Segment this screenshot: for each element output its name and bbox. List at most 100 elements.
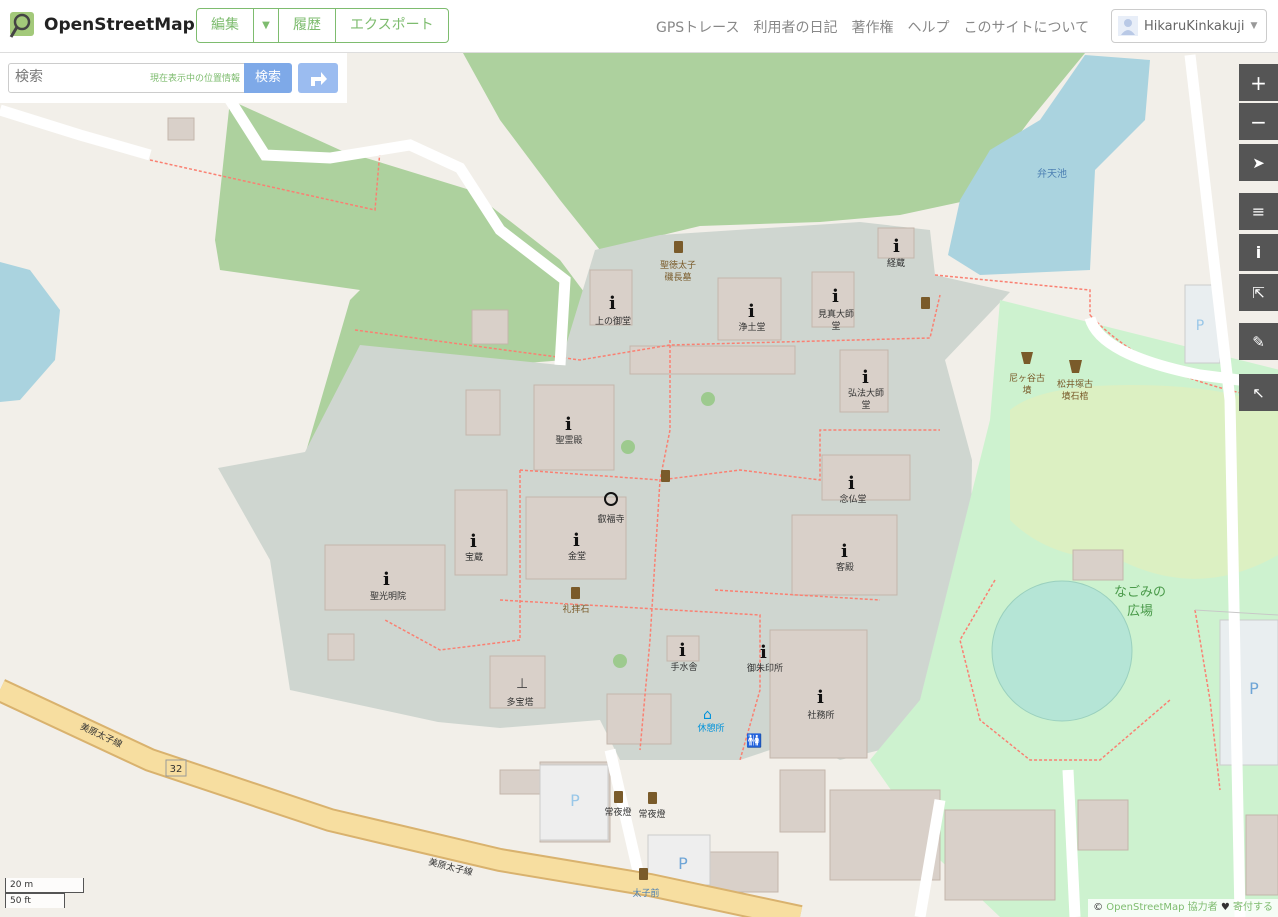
- label-kyozo: 経蔵: [887, 257, 905, 269]
- map-canvas[interactable]: i i i i i i i i i i i i i i ⊥ ⌂ 🚻 聖徳太子 磯…: [0, 0, 1278, 917]
- note-add-icon: ✎: [1252, 332, 1265, 351]
- temple-icon: i: [748, 301, 755, 322]
- header: OpenStreetMap 編集 ▼ 履歴 エクスポート GPSトレース 利用者…: [0, 0, 1278, 53]
- building: [465, 389, 501, 436]
- label-eifukuji: 叡福寺: [597, 513, 624, 525]
- heart-icon: ♥: [1220, 902, 1230, 913]
- username: HikaruKinkakuji: [1144, 18, 1245, 34]
- edit-button[interactable]: 編集: [197, 9, 254, 42]
- building: [779, 769, 826, 833]
- minus-icon: −: [1250, 109, 1267, 134]
- temple-icon: i: [760, 642, 767, 663]
- memorial-icon: [921, 297, 930, 309]
- label-nigatani2: 墳: [1022, 384, 1031, 396]
- label-homotsu: 宝蔵: [465, 551, 483, 563]
- avatar-icon: [1118, 16, 1138, 36]
- shelter-icon: ⌂: [703, 707, 712, 723]
- user-menu[interactable]: HikaruKinkakuji ▼: [1111, 9, 1267, 43]
- label-joyato1: 常夜燈: [604, 806, 631, 818]
- toilets-icon: 🚻: [746, 733, 762, 749]
- osm-logo-icon: [9, 12, 34, 38]
- where-am-i-link[interactable]: 現在表示中の位置情報: [150, 71, 240, 84]
- edit-dropdown-button[interactable]: ▼: [254, 9, 279, 42]
- top-nav: GPSトレース 利用者の日記 著作権 ヘルプ このサイトについて: [656, 17, 1089, 37]
- chevron-down-icon: ▼: [1250, 21, 1258, 31]
- label-nenbutsudo: 念仏堂: [839, 493, 866, 505]
- label-raihaiseki: 礼拝石: [562, 603, 589, 615]
- label-joyato2: 常夜燈: [638, 808, 665, 820]
- map-key-button[interactable]: i: [1239, 234, 1278, 271]
- chevron-down-icon: ▼: [262, 20, 270, 31]
- search-button[interactable]: 検索: [244, 63, 292, 93]
- geolocate-button[interactable]: ➤: [1239, 144, 1278, 181]
- donate-link[interactable]: 寄付する: [1233, 902, 1273, 913]
- building: [471, 309, 509, 345]
- pagoda-icon: ⊥: [516, 676, 528, 692]
- memorial-icon: [648, 792, 657, 804]
- building: [1072, 549, 1124, 581]
- building: [499, 769, 545, 795]
- search-panel: 現在表示中の位置情報 検索: [0, 53, 347, 103]
- nav-gps-traces[interactable]: GPSトレース: [656, 17, 739, 37]
- label-kenshin2: 堂: [831, 320, 840, 332]
- label-matsui: 松井塚古: [1057, 378, 1093, 390]
- label-shamusho: 社務所: [807, 709, 834, 721]
- label-seireiden: 聖霊殿: [555, 435, 582, 446]
- tree: [701, 392, 715, 406]
- search-input[interactable]: [13, 68, 137, 86]
- export-button[interactable]: エクスポート: [336, 9, 448, 42]
- scale-imperial: 50 ft: [5, 893, 65, 908]
- edit-button-group: 編集 ▼ 履歴 エクスポート: [196, 8, 449, 43]
- share-icon: ⇱: [1252, 283, 1265, 302]
- label-nigatani: 尼ヶ谷古: [1009, 372, 1045, 384]
- directions-button[interactable]: [298, 63, 338, 93]
- label-nagomi2: 広場: [1127, 604, 1153, 619]
- nav-help[interactable]: ヘルプ: [907, 17, 949, 37]
- contributors-link[interactable]: 協力者: [1188, 902, 1218, 913]
- label-jododo: 浄土堂: [738, 321, 765, 333]
- attribution: © OpenStreetMap 協力者 ♥ 寄付する: [1088, 899, 1278, 917]
- logo[interactable]: OpenStreetMap: [8, 10, 195, 40]
- temple-icon: i: [383, 569, 390, 590]
- scale-metric: 20 m: [5, 878, 84, 893]
- tree: [621, 440, 635, 454]
- building: [944, 809, 1056, 901]
- building: [533, 384, 615, 471]
- memorial-icon: [674, 241, 683, 253]
- zoom-out-button[interactable]: −: [1239, 103, 1278, 140]
- label-tahoto: 多宝塔: [506, 696, 533, 708]
- temple-icon: i: [609, 293, 616, 314]
- osm-link[interactable]: OpenStreetMap: [1106, 902, 1184, 913]
- building: [1245, 814, 1278, 896]
- memorial-icon: [571, 587, 580, 599]
- copyright-symbol: ©: [1093, 902, 1104, 913]
- parking-label: P: [570, 791, 580, 810]
- parking-label: P: [1249, 679, 1259, 698]
- label-kaminomido: 上の御堂: [595, 315, 631, 327]
- query-features-button[interactable]: ↖: [1239, 374, 1278, 411]
- info-icon: i: [1255, 243, 1262, 262]
- memorial-icon: [639, 868, 648, 880]
- temple-icon: i: [817, 687, 824, 708]
- add-note-button[interactable]: ✎: [1239, 323, 1278, 360]
- memorial-icon: [661, 470, 670, 482]
- temple-icon: i: [470, 531, 477, 552]
- search-box: 現在表示中の位置情報: [8, 63, 246, 93]
- nav-copyright[interactable]: 著作権: [851, 17, 893, 37]
- road: [1062, 769, 1081, 917]
- label-shokomyoin: 聖光明院: [370, 590, 406, 602]
- temple-icon: i: [862, 367, 869, 388]
- label-kyakuden: 客殿: [836, 561, 854, 573]
- cursor-query-icon: ↖: [1252, 383, 1265, 402]
- zoom-in-button[interactable]: +: [1239, 64, 1278, 101]
- label-kobo: 弘法大師: [848, 387, 884, 399]
- temple-icon: i: [565, 414, 572, 435]
- logo-text: OpenStreetMap: [44, 15, 195, 35]
- share-button[interactable]: ⇱: [1239, 274, 1278, 311]
- nav-user-diaries[interactable]: 利用者の日記: [753, 17, 837, 37]
- temple-icon: i: [832, 286, 839, 307]
- fountain-pond: [991, 580, 1133, 722]
- history-button[interactable]: 履歴: [279, 9, 336, 42]
- nav-about[interactable]: このサイトについて: [963, 17, 1089, 37]
- layers-button[interactable]: ≡: [1239, 193, 1278, 230]
